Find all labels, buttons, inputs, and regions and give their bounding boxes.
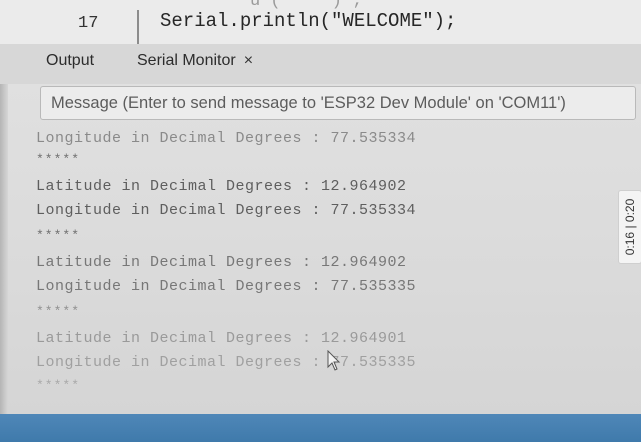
output-line: Latitude in Decimal Degrees : 12.964902 — [36, 254, 407, 271]
output-line: Longitude in Decimal Degrees : 77.535335 — [36, 354, 417, 371]
tab-output[interactable]: Output — [46, 52, 94, 70]
screen: u ( ' ' ) ; 17 Serial.println("WELCOME")… — [0, 0, 641, 442]
output-line: Longitude in Decimal Degrees : 77.535334 — [36, 130, 417, 147]
close-icon[interactable]: × — [244, 52, 253, 70]
message-input[interactable] — [41, 87, 635, 119]
code-editor[interactable]: u ( ' ' ) ; 17 Serial.println("WELCOME")… — [0, 0, 641, 45]
panel-tab-bar: Output Serial Monitor × — [0, 44, 641, 84]
output-line: Latitude in Decimal Degrees : 12.964902 — [36, 178, 407, 195]
output-line: Longitude in Decimal Degrees : 77.535334 — [36, 202, 417, 219]
line-number: 17 — [78, 14, 99, 33]
timestamp-label: 0:16 | 0:20 — [623, 198, 637, 256]
gutter-divider — [137, 10, 139, 44]
output-line: ***** — [36, 228, 81, 243]
output-line: Latitude in Decimal Degrees : 12.964901 — [36, 330, 407, 347]
code-line[interactable]: Serial.println("WELCOME"); — [160, 10, 456, 32]
output-line: Longitude in Decimal Degrees : 77.535335 — [36, 278, 417, 295]
tab-serial-monitor-label: Serial Monitor — [137, 52, 236, 69]
tab-serial-monitor[interactable]: Serial Monitor × — [137, 52, 253, 70]
output-line: ***** — [36, 304, 81, 319]
mouse-cursor-icon — [327, 350, 341, 371]
output-line: ***** — [36, 152, 81, 167]
output-line: ***** — [36, 378, 81, 393]
taskbar — [0, 414, 641, 442]
message-field[interactable] — [40, 86, 636, 120]
serial-output-area[interactable]: Longitude in Decimal Degrees : 77.535334… — [0, 124, 641, 414]
video-timestamp-badge: 0:16 | 0:20 — [618, 190, 641, 264]
